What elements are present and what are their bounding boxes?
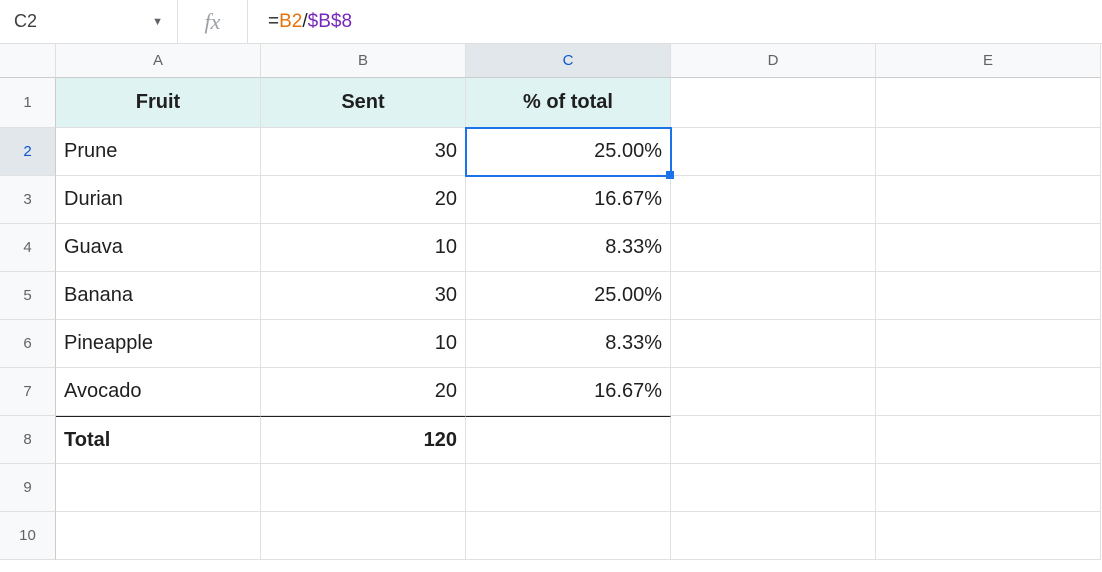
name-box-dropdown-icon[interactable]: ▼	[152, 16, 163, 28]
row-header-3[interactable]: 3	[0, 176, 56, 224]
cell-D2[interactable]	[671, 128, 876, 176]
row-header-2[interactable]: 2	[0, 128, 56, 176]
cell-B10[interactable]	[261, 512, 466, 560]
col-header-A[interactable]: A	[56, 44, 261, 78]
row-header-7[interactable]: 7	[0, 368, 56, 416]
cell-A1[interactable]: Fruit	[56, 78, 261, 128]
formula-bar: ▼ fx =B2/$B$8	[0, 0, 1102, 44]
cell-C3[interactable]: 16.67%	[466, 176, 671, 224]
fx-icon[interactable]: fx	[178, 0, 248, 43]
cell-E9[interactable]	[876, 464, 1101, 512]
cell-D9[interactable]	[671, 464, 876, 512]
col-header-C[interactable]: C	[466, 44, 671, 78]
cell-C2[interactable]: 25.00%	[466, 128, 671, 176]
cell-C4[interactable]: 8.33%	[466, 224, 671, 272]
cell-C9[interactable]	[466, 464, 671, 512]
cell-A2[interactable]: Prune	[56, 128, 261, 176]
row-header-5[interactable]: 5	[0, 272, 56, 320]
cell-D3[interactable]	[671, 176, 876, 224]
cell-A7[interactable]: Avocado	[56, 368, 261, 416]
select-all-corner[interactable]	[0, 44, 56, 78]
cell-E1[interactable]	[876, 78, 1101, 128]
name-box-container[interactable]: ▼	[0, 0, 178, 43]
cell-B5[interactable]: 30	[261, 272, 466, 320]
cell-E10[interactable]	[876, 512, 1101, 560]
row-header-9[interactable]: 9	[0, 464, 56, 512]
col-header-D[interactable]: D	[671, 44, 876, 78]
cell-D10[interactable]	[671, 512, 876, 560]
cell-D6[interactable]	[671, 320, 876, 368]
cell-E3[interactable]	[876, 176, 1101, 224]
cell-E4[interactable]	[876, 224, 1101, 272]
formula-ref-b8: $B$8	[308, 11, 352, 33]
row-header-1[interactable]: 1	[0, 78, 56, 128]
cell-C2-value: 25.00%	[594, 140, 662, 163]
cell-D8[interactable]	[671, 416, 876, 464]
formula-ref-b2: B2	[279, 11, 302, 33]
cell-A3[interactable]: Durian	[56, 176, 261, 224]
cell-B9[interactable]	[261, 464, 466, 512]
cell-B1[interactable]: Sent	[261, 78, 466, 128]
cell-C6[interactable]: 8.33%	[466, 320, 671, 368]
row-header-10[interactable]: 10	[0, 512, 56, 560]
cell-A9[interactable]	[56, 464, 261, 512]
cell-D5[interactable]	[671, 272, 876, 320]
cell-B3[interactable]: 20	[261, 176, 466, 224]
row-header-6[interactable]: 6	[0, 320, 56, 368]
cell-C5[interactable]: 25.00%	[466, 272, 671, 320]
row-header-4[interactable]: 4	[0, 224, 56, 272]
name-box[interactable]	[12, 10, 112, 33]
formula-eq: =	[268, 11, 279, 33]
cell-B6[interactable]: 10	[261, 320, 466, 368]
cell-E5[interactable]	[876, 272, 1101, 320]
cell-D7[interactable]	[671, 368, 876, 416]
cell-E6[interactable]	[876, 320, 1101, 368]
cell-C8[interactable]	[466, 416, 671, 464]
col-header-B[interactable]: B	[261, 44, 466, 78]
cell-E8[interactable]	[876, 416, 1101, 464]
col-header-E[interactable]: E	[876, 44, 1101, 78]
row-header-8[interactable]: 8	[0, 416, 56, 464]
spreadsheet-grid: A B C D E 1 Fruit Sent % of total 2 Prun…	[0, 44, 1102, 560]
cell-B2[interactable]: 30	[261, 128, 466, 176]
cell-E2[interactable]	[876, 128, 1101, 176]
cell-C1[interactable]: % of total	[466, 78, 671, 128]
formula-input[interactable]: =B2/$B$8	[248, 0, 1102, 43]
cell-B4[interactable]: 10	[261, 224, 466, 272]
cell-A10[interactable]	[56, 512, 261, 560]
cell-C7[interactable]: 16.67%	[466, 368, 671, 416]
cell-A5[interactable]: Banana	[56, 272, 261, 320]
cell-A8[interactable]: Total	[56, 416, 261, 464]
cell-B7[interactable]: 20	[261, 368, 466, 416]
cell-C10[interactable]	[466, 512, 671, 560]
cell-D1[interactable]	[671, 78, 876, 128]
cell-A6[interactable]: Pineapple	[56, 320, 261, 368]
cell-E7[interactable]	[876, 368, 1101, 416]
cell-D4[interactable]	[671, 224, 876, 272]
cell-A4[interactable]: Guava	[56, 224, 261, 272]
fill-handle[interactable]	[666, 171, 674, 179]
cell-B8[interactable]: 120	[261, 416, 466, 464]
